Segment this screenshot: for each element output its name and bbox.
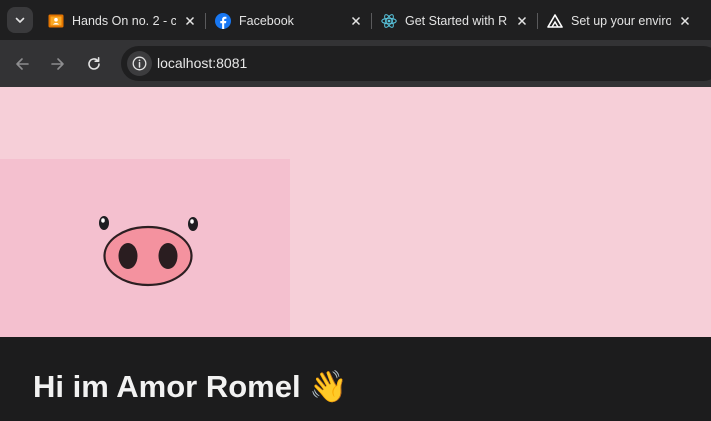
back-button[interactable] — [10, 52, 34, 76]
tab-divider — [371, 13, 372, 29]
page-background — [0, 87, 711, 337]
tab-expo-setup[interactable]: Set up your enviro — [547, 6, 693, 35]
pig-snout-image — [0, 159, 290, 337]
classroom-icon — [48, 13, 64, 29]
intro-section: Hi im Amor Romel 👋 — [0, 337, 711, 421]
tab-title: Set up your enviro — [571, 13, 671, 28]
tab-divider — [205, 13, 206, 29]
close-icon[interactable] — [348, 13, 364, 29]
close-icon[interactable] — [677, 13, 693, 29]
waving-hand-icon: 👋 — [309, 369, 348, 404]
tab-title: Hands On no. 2 - c — [72, 13, 176, 28]
tab-strip: Hands On no. 2 - c Facebook Get Started … — [0, 0, 711, 40]
facebook-icon — [215, 12, 231, 29]
tab-facebook[interactable]: Facebook — [215, 6, 364, 35]
react-icon — [381, 13, 397, 29]
forward-button[interactable] — [46, 52, 70, 76]
close-icon[interactable] — [514, 13, 530, 29]
arrow-right-icon — [51, 58, 64, 70]
reload-icon — [88, 57, 100, 70]
site-info-button[interactable] — [127, 51, 152, 76]
greeting-text: Hi im Amor Romel — [33, 369, 301, 404]
tab-hands-on[interactable]: Hands On no. 2 - c — [48, 6, 198, 35]
chevron-down-icon — [15, 17, 25, 23]
expo-icon — [547, 13, 563, 29]
tab-title: Facebook — [239, 13, 294, 28]
browser-toolbar: localhost:8081 — [0, 40, 711, 87]
close-icon[interactable] — [182, 13, 198, 29]
greeting-heading: Hi im Amor Romel 👋 — [33, 368, 348, 405]
tab-divider — [537, 13, 538, 29]
url-text[interactable]: localhost:8081 — [157, 55, 247, 71]
reload-button[interactable] — [82, 52, 106, 76]
info-icon — [132, 56, 147, 71]
tab-react-native[interactable]: Get Started with R — [381, 6, 530, 35]
tab-title: Get Started with R — [405, 13, 508, 28]
address-bar[interactable]: localhost:8081 — [121, 46, 711, 81]
arrow-left-icon — [16, 58, 29, 70]
tab-search-button[interactable] — [7, 7, 33, 33]
